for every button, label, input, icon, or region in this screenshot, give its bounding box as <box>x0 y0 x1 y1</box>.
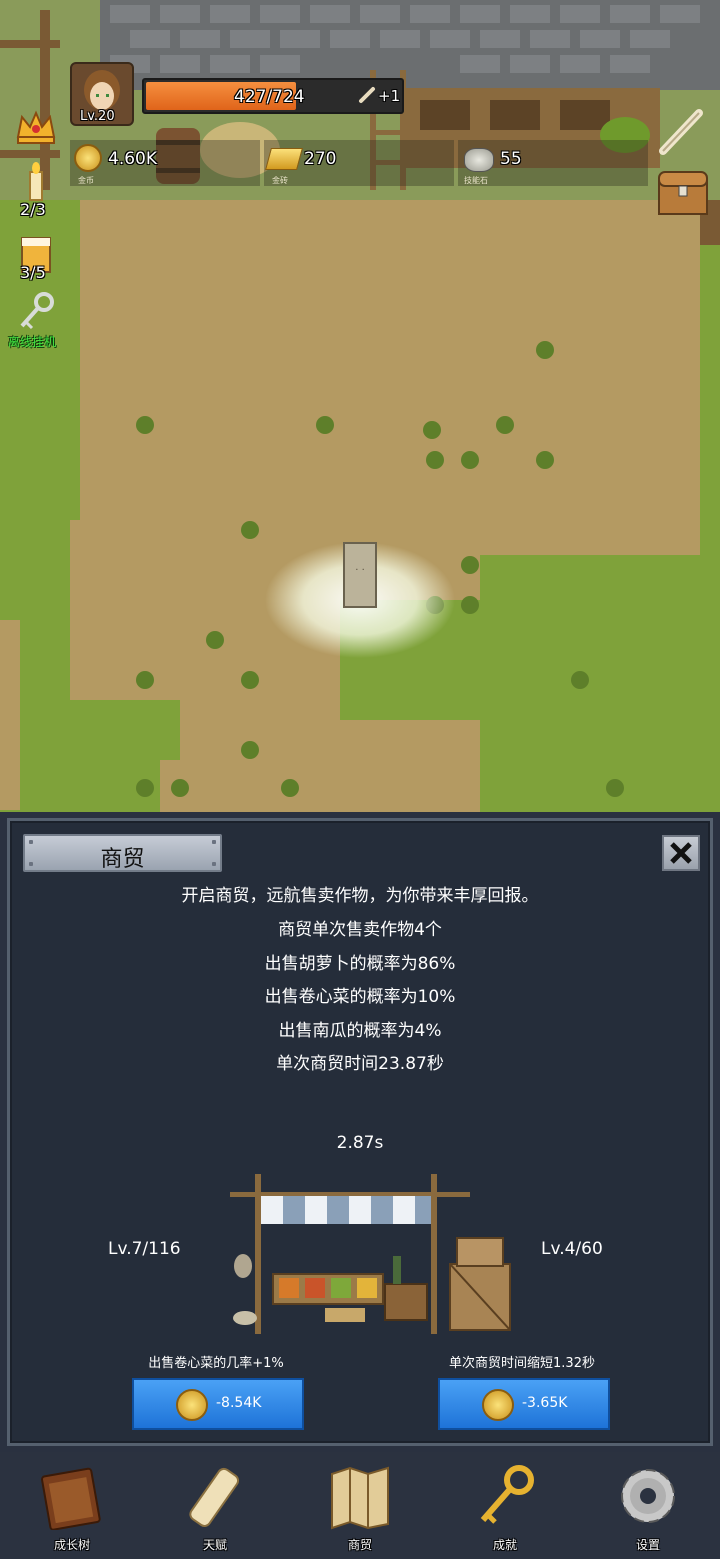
game-scene: · · Lv.20 427/724 +1 4.60K 金币 270 金砖 55 … <box>0 0 720 812</box>
treasure-chest-icon[interactable] <box>655 166 711 220</box>
brick-value: 270 <box>304 149 337 169</box>
exp-text: 427/724 <box>234 87 305 107</box>
trade-timer: 2.87s <box>336 1133 384 1153</box>
skill-stone-icon <box>464 148 494 172</box>
right-upgrade-effect: 单次商贸时间缩短1.32秒 <box>449 1356 595 1371</box>
nav-label: 成就 <box>492 1538 517 1552</box>
nav-trade[interactable]: 商贸 <box>310 1460 410 1555</box>
right-upgrade-button[interactable]: -3.65K <box>438 1378 610 1430</box>
key-icon <box>480 1465 534 1524</box>
nav-label: 商贸 <box>347 1538 372 1552</box>
bone-weapon-icon[interactable] <box>655 105 707 157</box>
gold-value: 4.60K <box>108 149 157 169</box>
book-icon <box>41 1467 101 1531</box>
desc-line-1: 开启商贸，远航售卖作物，为你带来丰厚回报。 <box>181 886 539 906</box>
market-stall-image <box>225 1166 515 1336</box>
left-upgrade-effect: 出售卷心菜的几率+1% <box>148 1356 284 1371</box>
panel-title: 商贸 <box>100 847 145 872</box>
desc-line-4: 出售卷心菜的概率为10% <box>264 987 456 1007</box>
idle-key-icon[interactable] <box>14 290 58 334</box>
stone-label: 技能石 <box>464 176 488 185</box>
left-upgrade-level: Lv.7/116 <box>108 1239 181 1259</box>
desc-line-5: 出售南瓜的概率为4% <box>278 1021 442 1041</box>
resource-skill-stone: 55 技能石 <box>458 140 648 186</box>
desc-line-3: 出售胡萝卜的概率为86% <box>264 954 456 974</box>
right-upgrade-level: Lv.4/60 <box>541 1239 603 1259</box>
brick-label: 金砖 <box>272 176 288 185</box>
nav-talent[interactable]: 天赋 <box>165 1460 265 1555</box>
exp-bar: 427/724 +1 <box>142 78 404 114</box>
gold-brick-icon <box>265 148 303 170</box>
resource-gold: 4.60K 金币 <box>70 140 260 186</box>
panel-title-plate: 商贸 <box>23 834 222 872</box>
nav-growth-tree[interactable]: 成长树 <box>22 1460 122 1555</box>
nav-label: 设置 <box>635 1538 660 1552</box>
desc-line-6: 单次商贸时间23.87秒 <box>276 1054 444 1074</box>
nav-settings[interactable]: 设置 <box>598 1460 698 1555</box>
gold-coin-icon <box>176 1389 208 1421</box>
nav-achievement[interactable]: 成就 <box>455 1460 555 1555</box>
beer-count: 3/5 <box>20 263 46 282</box>
map-icon <box>331 1466 389 1530</box>
scroll-icon <box>189 1467 240 1527</box>
idle-label[interactable]: 离线挂机 <box>8 333 56 350</box>
right-upgrade-cost: -3.65K <box>522 1395 568 1411</box>
nav-label: 天赋 <box>202 1538 227 1552</box>
exp-bonus: +1 <box>378 87 401 105</box>
left-upgrade-cost: -8.54K <box>216 1395 262 1411</box>
player-level: Lv.20 <box>80 109 115 124</box>
gold-label: 金币 <box>78 176 94 185</box>
left-upgrade-button[interactable]: -8.54K <box>132 1378 304 1430</box>
candle-icon[interactable] <box>14 160 58 204</box>
svg-text:· ·: · · <box>355 565 365 576</box>
gold-coin-icon <box>74 144 102 172</box>
gear-icon <box>621 1469 675 1523</box>
candle-count: 2/3 <box>20 200 46 219</box>
nav-label: 成长树 <box>53 1538 90 1552</box>
close-button[interactable] <box>662 835 700 871</box>
stone-value: 55 <box>500 149 522 169</box>
resource-brick: 270 金砖 <box>264 140 454 186</box>
close-icon <box>670 842 692 864</box>
bottom-nav: 成长树 天赋 商贸 成就 设置 <box>0 1452 720 1559</box>
trade-panel: 商贸 开启商贸，远航售卖作物，为你带来丰厚回报。 商贸单次售卖作物4个 出售胡萝… <box>7 818 713 1446</box>
desc-line-2: 商贸单次售卖作物4个 <box>278 920 442 940</box>
gold-coin-icon <box>482 1389 514 1421</box>
crown-icon[interactable] <box>14 105 58 149</box>
bone-icon <box>358 86 376 104</box>
